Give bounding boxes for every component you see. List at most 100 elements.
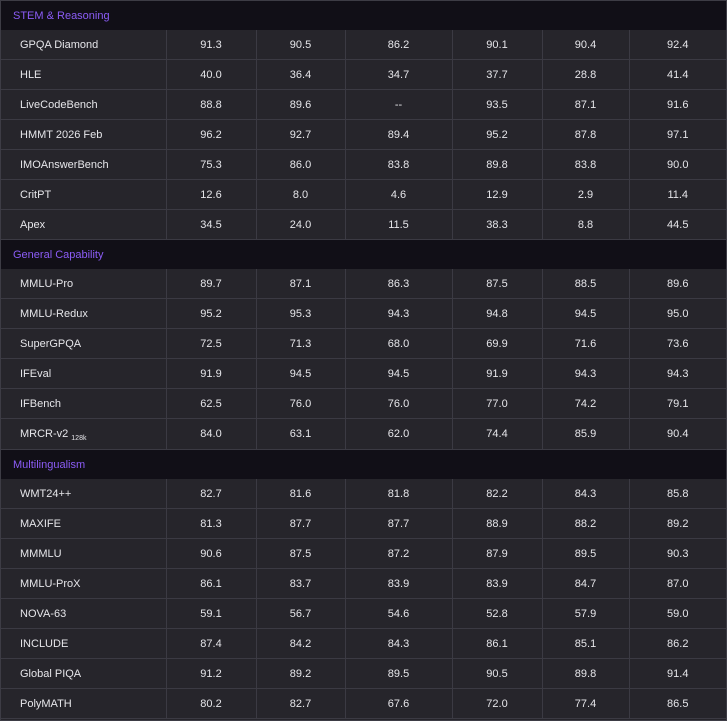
score-cell: 86.2 (629, 628, 726, 659)
benchmark-name: HMMT 2026 Feb (20, 128, 103, 141)
benchmark-name-cell: CritPT (1, 179, 167, 210)
benchmark-name: IFEval (20, 367, 52, 380)
benchmark-name-cell: MRCR-v2 128k (1, 418, 167, 450)
table-row: IFEval 91.9 94.5 94.5 91.9 94.3 94.3 (1, 358, 726, 389)
score-cell: 89.8 (542, 658, 630, 689)
score-cell: 41.4 (629, 59, 726, 90)
score-cell: 38.3 (452, 209, 543, 240)
benchmark-name: WMT24++ (20, 487, 72, 500)
section-title: General Capability (1, 239, 726, 269)
score-cell: 93.5 (452, 89, 543, 120)
score-cell: 67.6 (345, 688, 453, 719)
table-row: Global PIQA 91.2 89.2 89.5 90.5 89.8 91.4 (1, 658, 726, 689)
score-cell: 86.1 (452, 628, 543, 659)
score-cell: 62.0 (345, 418, 453, 450)
benchmark-name: SuperGPQA (20, 337, 82, 350)
score-cell: 87.8 (542, 119, 630, 150)
table-row: PolyMATH 80.2 82.7 67.6 72.0 77.4 86.5 (1, 688, 726, 719)
benchmark-name-cell: IMOAnswerBench (1, 149, 167, 180)
benchmark-name-cell: Apex (1, 209, 167, 240)
score-cell: 84.3 (542, 479, 630, 509)
table-row: MMLU-ProX 86.1 83.7 83.9 83.9 84.7 87.0 (1, 568, 726, 599)
score-cell: 89.2 (256, 658, 346, 689)
score-cell: 84.0 (166, 418, 257, 450)
score-cell: 89.7 (166, 269, 257, 299)
score-cell: 83.7 (256, 568, 346, 599)
score-cell: 91.9 (166, 358, 257, 389)
table-row: LiveCodeBench 88.8 89.6 -- 93.5 87.1 91.6 (1, 89, 726, 120)
score-cell: 87.1 (542, 89, 630, 120)
score-cell: 73.6 (629, 328, 726, 359)
score-cell: 2.9 (542, 179, 630, 210)
table-row: MMMLU 90.6 87.5 87.2 87.9 89.5 90.3 (1, 538, 726, 569)
benchmark-name: IFBench (20, 397, 61, 410)
benchmark-table: STEM & Reasoning GPQA Diamond 91.3 90.5 86.2… (1, 1, 726, 719)
table-row: INCLUDE 87.4 84.2 84.3 86.1 85.1 86.2 (1, 628, 726, 659)
score-cell: 86.5 (629, 688, 726, 719)
score-cell: 86.2 (345, 30, 453, 60)
score-cell: 86.3 (345, 269, 453, 299)
score-cell: 94.5 (256, 358, 346, 389)
table-row: MMLU-Pro 89.7 87.1 86.3 87.5 88.5 89.6 (1, 269, 726, 299)
score-cell: 89.6 (256, 89, 346, 120)
score-cell: 87.7 (256, 508, 346, 539)
score-cell: 59.0 (629, 598, 726, 629)
table-row: SuperGPQA 72.5 71.3 68.0 69.9 71.6 73.6 (1, 328, 726, 359)
score-cell: 74.2 (542, 388, 630, 419)
score-cell: 81.3 (166, 508, 257, 539)
score-cell: 90.5 (256, 30, 346, 60)
benchmark-name: HLE (20, 68, 42, 81)
score-cell: 95.2 (452, 119, 543, 150)
score-cell: 37.7 (452, 59, 543, 90)
score-cell: 85.8 (629, 479, 726, 509)
benchmark-name-cell: PolyMATH (1, 688, 167, 719)
score-cell: 85.1 (542, 628, 630, 659)
score-cell: 81.8 (345, 479, 453, 509)
score-cell: 90.3 (629, 538, 726, 569)
score-cell: 87.4 (166, 628, 257, 659)
score-cell: 97.1 (629, 119, 726, 150)
score-cell: 90.6 (166, 538, 257, 569)
score-cell: 56.7 (256, 598, 346, 629)
score-cell: 76.0 (256, 388, 346, 419)
score-cell: 91.2 (166, 658, 257, 689)
score-cell: 71.3 (256, 328, 346, 359)
score-cell: 12.9 (452, 179, 543, 210)
score-cell: 89.6 (629, 269, 726, 299)
score-cell: 68.0 (345, 328, 453, 359)
benchmark-name-cell: IFEval (1, 358, 167, 389)
score-cell: 87.0 (629, 568, 726, 599)
score-cell: 75.3 (166, 149, 257, 180)
score-cell: 82.7 (166, 479, 257, 509)
table-row: NOVA-63 59.1 56.7 54.6 52.8 57.9 59.0 (1, 598, 726, 629)
score-cell: 92.7 (256, 119, 346, 150)
score-cell: 90.5 (452, 658, 543, 689)
score-cell: 76.0 (345, 388, 453, 419)
score-cell: 8.8 (542, 209, 630, 240)
benchmark-name: Global PIQA (20, 667, 82, 680)
score-cell: 89.5 (345, 658, 453, 689)
score-cell: 87.5 (256, 538, 346, 569)
score-cell: 83.9 (452, 568, 543, 599)
benchmark-name: INCLUDE (20, 637, 69, 650)
table-row: Apex 34.5 24.0 11.5 38.3 8.8 44.5 (1, 209, 726, 240)
score-cell: 91.6 (629, 89, 726, 120)
benchmark-name-cell: HLE (1, 59, 167, 90)
table-row: IMOAnswerBench 75.3 86.0 83.8 89.8 83.8 90.0 (1, 149, 726, 180)
benchmark-name-cell: WMT24++ (1, 479, 167, 509)
benchmark-name: Apex (20, 218, 46, 231)
score-cell: 34.5 (166, 209, 257, 240)
score-cell: 88.9 (452, 508, 543, 539)
benchmark-name-cell: INCLUDE (1, 628, 167, 659)
score-cell: 40.0 (166, 59, 257, 90)
table-row: HMMT 2026 Feb 96.2 92.7 89.4 95.2 87.8 97.1 (1, 119, 726, 150)
score-cell: 44.5 (629, 209, 726, 240)
score-cell: 91.3 (166, 30, 257, 60)
score-cell: 89.8 (452, 149, 543, 180)
benchmark-name-cell: GPQA Diamond (1, 30, 167, 60)
benchmark-name: MRCR-v2 (20, 428, 69, 440)
score-cell: 83.8 (345, 149, 453, 180)
score-cell: 74.4 (452, 418, 543, 450)
score-cell: 90.4 (542, 30, 630, 60)
score-cell: 57.9 (542, 598, 630, 629)
